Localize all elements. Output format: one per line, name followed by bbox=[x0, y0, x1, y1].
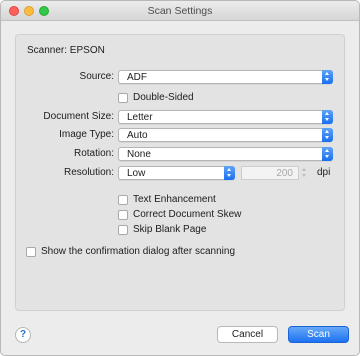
document-size-select[interactable]: Letter bbox=[118, 110, 333, 124]
text-enhancement-label: Text Enhancement bbox=[133, 194, 216, 205]
scan-button[interactable]: Scan bbox=[288, 326, 349, 343]
double-sided-checkbox[interactable] bbox=[118, 92, 128, 103]
rotation-label: Rotation: bbox=[73, 148, 114, 159]
cancel-button[interactable]: Cancel bbox=[217, 326, 278, 343]
help-button[interactable]: ? bbox=[15, 327, 31, 343]
dpi-stepper[interactable] bbox=[300, 166, 309, 180]
source-label: Source: bbox=[79, 71, 114, 82]
dpi-value: 200 bbox=[276, 168, 293, 179]
resolution-label: Resolution: bbox=[63, 167, 114, 178]
text-enhancement-checkbox-row[interactable]: Text Enhancement bbox=[118, 194, 216, 205]
resolution-value: Low bbox=[127, 168, 146, 179]
rotation-value: None bbox=[127, 149, 151, 160]
scan-settings-window: Scan Settings Scanner: EPSON Source: ADF… bbox=[0, 0, 360, 356]
confirmation-label: Show the confirmation dialog after scann… bbox=[41, 246, 236, 257]
confirmation-checkbox[interactable] bbox=[26, 246, 36, 257]
correct-skew-checkbox[interactable] bbox=[118, 209, 128, 220]
double-sided-checkbox-row[interactable]: Double-Sided bbox=[118, 92, 194, 103]
resolution-select[interactable]: Low bbox=[118, 166, 235, 180]
window-title: Scan Settings bbox=[147, 5, 213, 17]
correct-skew-checkbox-row[interactable]: Correct Document Skew bbox=[118, 209, 241, 220]
chevron-updown-icon bbox=[224, 166, 235, 180]
dpi-unit-label: dpi bbox=[317, 167, 331, 178]
image-type-value: Auto bbox=[127, 130, 148, 141]
text-enhancement-checkbox[interactable] bbox=[118, 194, 128, 205]
double-sided-label: Double-Sided bbox=[133, 92, 194, 103]
title-bar: Scan Settings bbox=[1, 1, 359, 21]
source-select[interactable]: ADF bbox=[118, 70, 333, 84]
skip-blank-label: Skip Blank Page bbox=[133, 224, 207, 235]
image-type-select[interactable]: Auto bbox=[118, 128, 333, 142]
document-size-label: Document Size: bbox=[43, 111, 114, 122]
confirmation-checkbox-row[interactable]: Show the confirmation dialog after scann… bbox=[26, 246, 235, 257]
skip-blank-checkbox-row[interactable]: Skip Blank Page bbox=[118, 224, 206, 235]
chevron-updown-icon bbox=[322, 147, 333, 161]
scanner-name: Scanner: EPSON bbox=[27, 45, 105, 56]
rotation-select[interactable]: None bbox=[118, 147, 333, 161]
correct-skew-label: Correct Document Skew bbox=[133, 209, 242, 220]
chevron-updown-icon bbox=[322, 110, 333, 124]
document-size-value: Letter bbox=[127, 112, 153, 123]
image-type-label: Image Type: bbox=[59, 129, 114, 140]
chevron-updown-icon bbox=[322, 128, 333, 142]
dpi-input[interactable]: 200 bbox=[241, 166, 299, 180]
chevron-updown-icon bbox=[322, 70, 333, 84]
skip-blank-checkbox[interactable] bbox=[118, 224, 128, 235]
source-value: ADF bbox=[127, 72, 147, 83]
